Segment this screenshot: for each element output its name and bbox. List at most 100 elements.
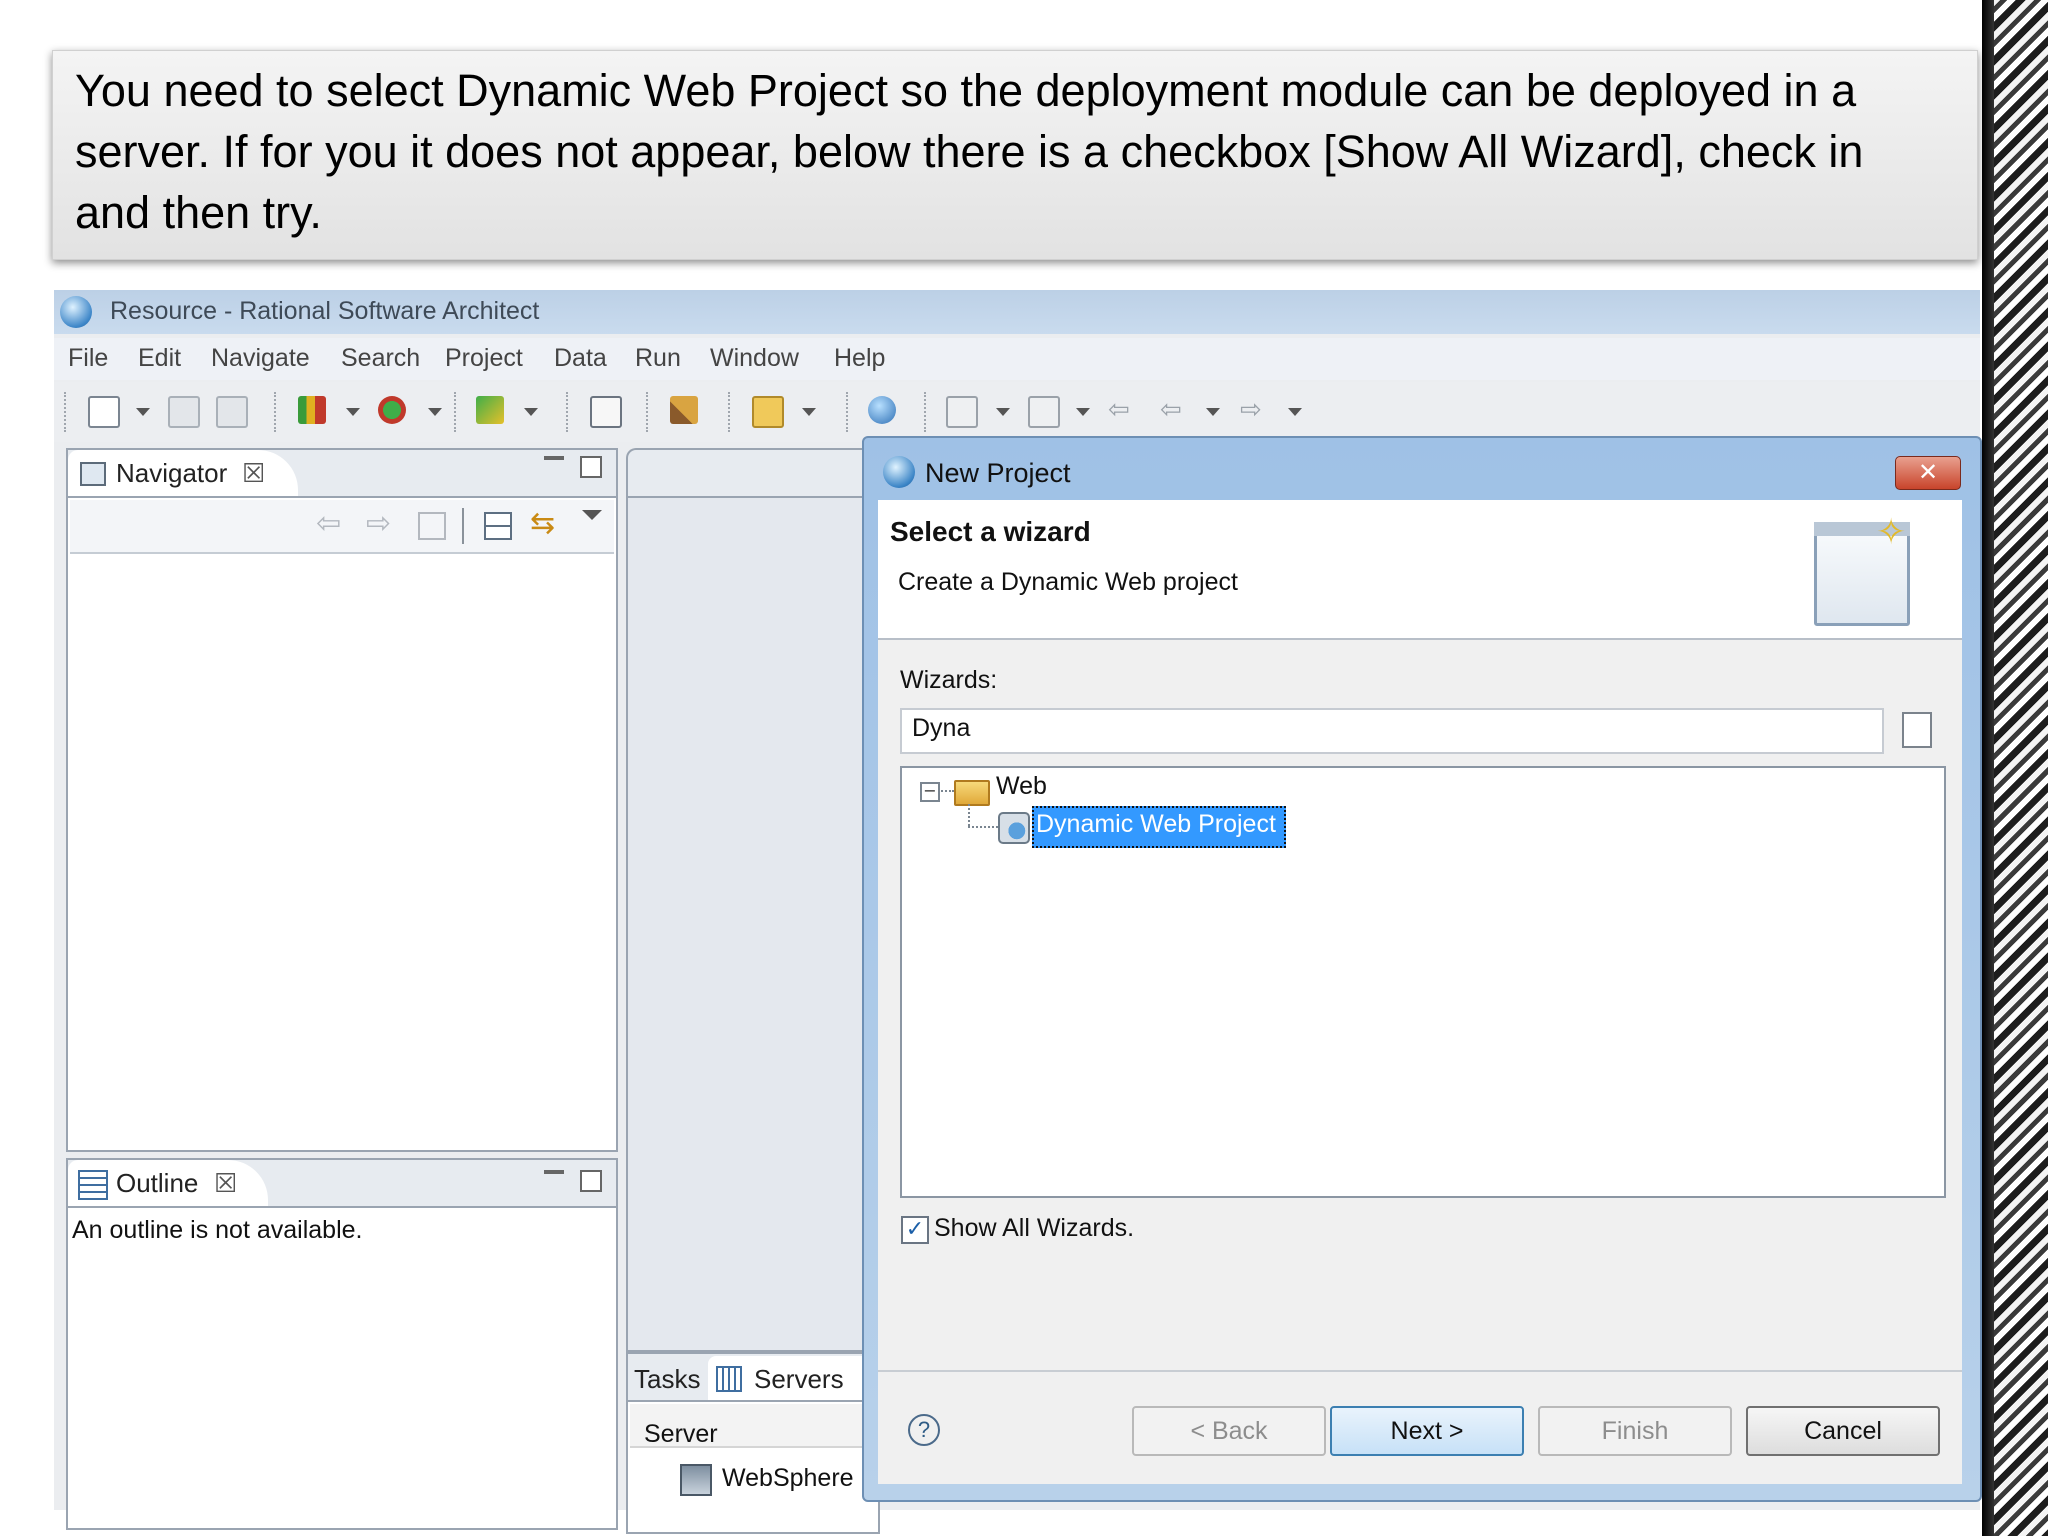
dialog-subheading: Create a Dynamic Web project [898,568,1238,596]
folder-dropdown-icon[interactable] [802,408,816,416]
next-annotation-icon[interactable] [946,396,978,428]
menu-project[interactable]: Project [445,344,523,373]
caption-line: server. If for you it does not appear, b… [75,126,1864,177]
dialog-title: New Project [925,458,1071,488]
help-icon[interactable]: ? [908,1414,940,1446]
menu-help[interactable]: Help [834,344,885,373]
folder-open-icon [954,780,990,806]
maximize-icon[interactable] [580,1170,602,1192]
navigator-panel [66,496,618,1152]
menu-navigate[interactable]: Navigate [211,344,310,373]
check-icon[interactable] [476,396,504,424]
globe-icon[interactable] [868,396,896,424]
chart-dropdown-icon[interactable] [346,408,360,416]
servers-icon [716,1366,742,1392]
dialog-heading: Select a wizard [890,516,1091,547]
navigator-tab-label: Navigator [116,458,228,488]
collapse-all-icon[interactable] [484,512,512,540]
back-icon[interactable]: ⇦ [316,506,341,541]
menu-file[interactable]: File [68,344,108,373]
decorative-stripe-shadow [1982,0,1994,1536]
cancel-button[interactable]: Cancel [1746,1406,1940,1456]
clear-filter-icon[interactable] [1902,712,1932,748]
outline-panel [66,1206,618,1530]
server-row[interactable]: WebSphere [722,1464,854,1493]
tree-folder-web[interactable]: Web [996,772,1047,801]
wizard-filter-input[interactable] [900,708,1884,754]
back-button[interactable]: < Back [1132,1406,1326,1456]
toolbar-separator [924,392,928,432]
web-project-icon [998,812,1030,844]
toolbar-separator [274,392,278,432]
toolbar-separator [454,392,458,432]
server-column-header[interactable]: Server [644,1420,718,1449]
maximize-icon[interactable] [580,456,602,478]
outline-message: An outline is not available. [72,1216,363,1244]
caption-line: and then try. [75,187,322,238]
close-icon[interactable]: ☒ [214,1168,237,1199]
minimize-icon[interactable] [544,456,564,460]
tree-connector [968,804,970,826]
outline-icon [78,1170,108,1200]
back-dropdown-icon[interactable] [1206,408,1220,416]
toolbar-separator [646,392,650,432]
menu-run[interactable]: Run [635,344,681,373]
view-menu-icon[interactable] [582,510,602,520]
run-dropdown-icon[interactable] [428,408,442,416]
dialog-footer-divider [878,1370,1962,1372]
save-icon[interactable] [168,396,200,428]
caption-line: You need to select Dynamic Web Project s… [75,65,1857,116]
annotation-dropdown-icon[interactable] [996,408,1010,416]
toolbar-separator [64,392,68,432]
collapse-toggle-icon[interactable]: − [920,782,940,802]
check-dropdown-icon[interactable] [524,408,538,416]
new-dropdown-icon[interactable] [136,408,150,416]
wizards-label: Wizards: [900,666,998,694]
menu-edit[interactable]: Edit [138,344,181,373]
window-title: Resource - Rational Software Architect [110,297,540,325]
editor-tab-strip [626,448,880,498]
prev-annotation-icon[interactable] [1028,396,1060,428]
navigator-icon [80,462,106,486]
tree-item-dynamic-web-project: Dynamic Web Project [1036,810,1276,838]
forward-arrow-icon[interactable]: ⇨ [1240,396,1268,424]
menu-data[interactable]: Data [554,344,607,373]
forward-dropdown-icon[interactable] [1288,408,1302,416]
servers-tab-label: Servers [754,1364,844,1394]
menu-search[interactable]: Search [341,344,420,373]
back-arrow-icon[interactable]: ⇦ [1160,396,1188,424]
toolbar-separator [846,392,850,432]
minimize-icon[interactable] [544,1170,564,1174]
toolbar-separator [728,392,732,432]
outline-tab-label: Outline [116,1168,199,1198]
document-icon[interactable] [590,396,622,428]
forward-icon[interactable]: ⇨ [366,506,391,541]
next-button[interactable]: Next > [1330,1406,1524,1456]
dialog-app-icon [883,456,915,488]
wizard-filter-value: Dyna [912,714,971,742]
toolbar-divider [462,508,464,544]
print-icon[interactable] [216,396,248,428]
toolbar-separator [566,392,570,432]
tasks-tab[interactable]: Tasks [634,1364,700,1395]
chart-icon[interactable] [298,396,326,424]
websphere-server-icon [680,1464,712,1496]
tree-connector [968,826,998,828]
show-all-wizards-label[interactable]: Show All Wizards. [934,1214,1134,1243]
caption-text: You need to select Dynamic Web Project s… [75,60,1965,243]
run-icon[interactable] [378,396,406,424]
close-button[interactable]: ✕ [1895,456,1961,490]
open-folder-icon[interactable] [752,396,784,428]
tree-connector [938,790,954,792]
new-icon[interactable] [88,396,120,428]
tool-icon[interactable] [670,396,698,424]
menu-window[interactable]: Window [710,344,799,373]
last-edit-icon[interactable]: ⇦ [1108,396,1136,424]
show-all-wizards-checkbox[interactable]: ✓ [901,1216,929,1244]
up-icon[interactable] [418,512,446,540]
link-editor-icon[interactable]: ⇆ [530,506,555,541]
prev-annotation-dropdown-icon[interactable] [1076,408,1090,416]
close-icon[interactable]: ☒ [242,458,265,489]
finish-button[interactable]: Finish [1538,1406,1732,1456]
editor-area [626,496,880,1352]
